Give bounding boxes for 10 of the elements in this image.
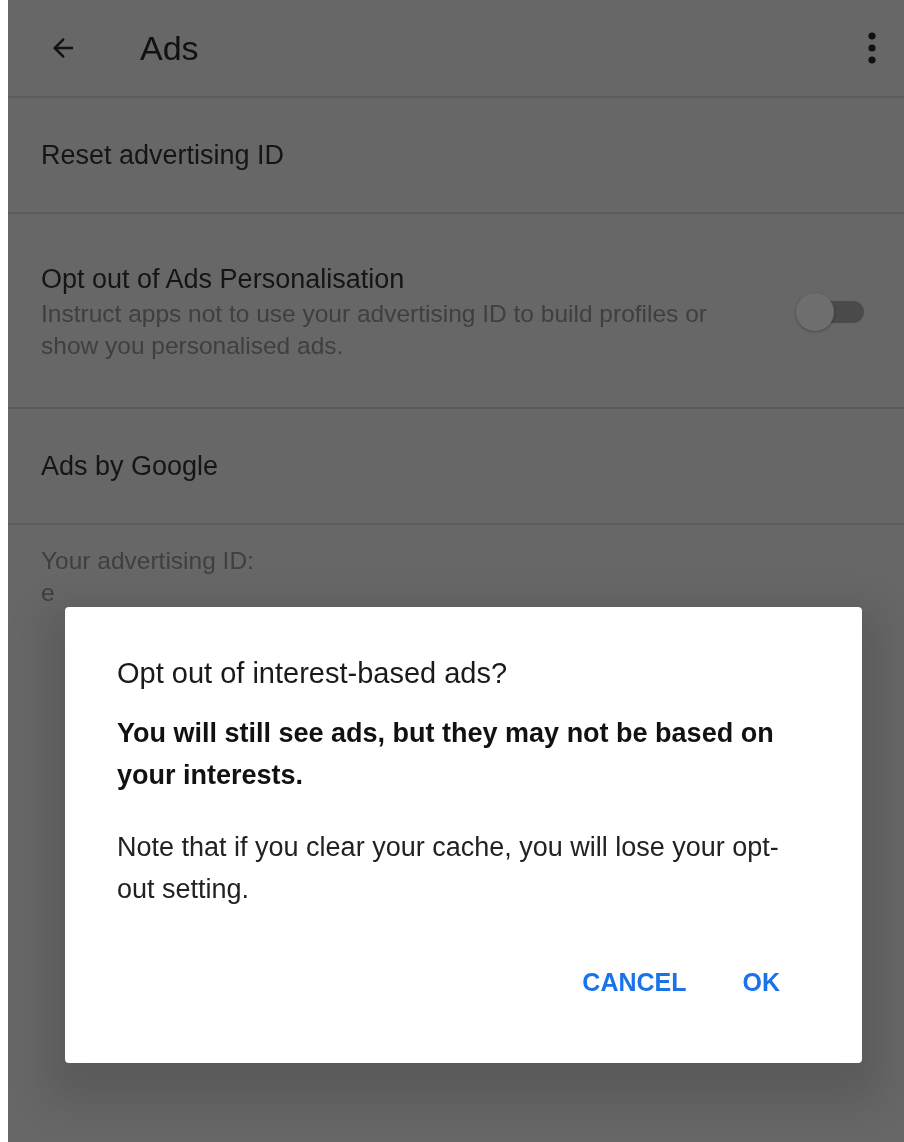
- dialog-button[interactable]: CANCEL: [576, 962, 693, 1003]
- setting-title: Opt out of Ads Personalisation: [41, 262, 406, 296]
- dialog-title: Opt out of interest-based ads?: [117, 657, 509, 690]
- setting-item[interactable]: Ads by Google: [8, 409, 904, 525]
- dialog-message: Note that if you clear your cache, you will lose your opt-out setting.: [117, 831, 780, 906]
- dialog-button[interactable]: OK: [736, 962, 786, 1003]
- more-options-icon[interactable]: [868, 32, 876, 64]
- screen-title: Ads: [140, 28, 200, 68]
- dialog-emphasis-text: You will still see ads, but they may not be based on your interests.: [117, 717, 775, 792]
- setting-item[interactable]: Reset advertising ID: [8, 98, 904, 214]
